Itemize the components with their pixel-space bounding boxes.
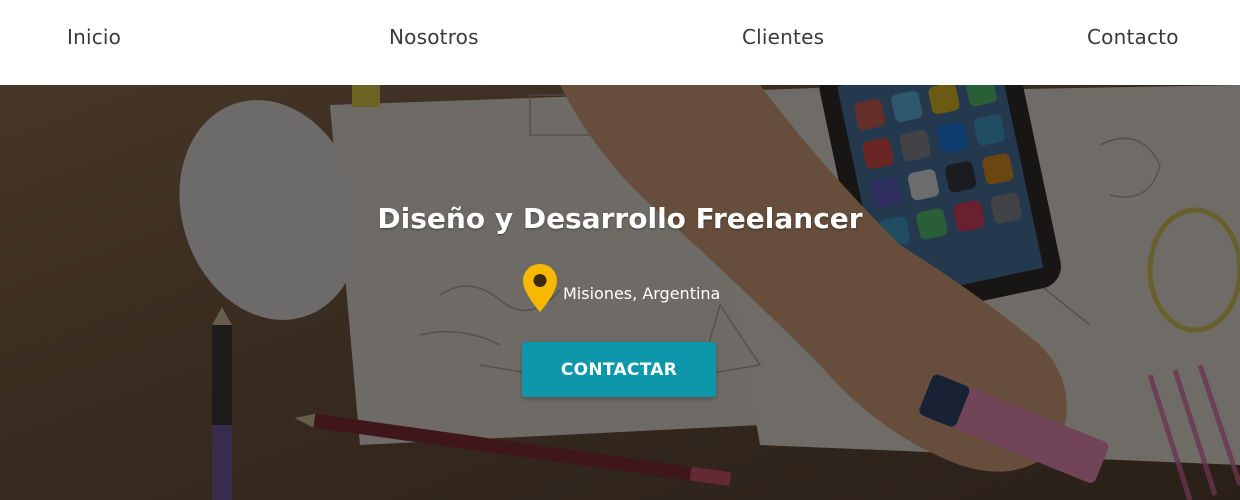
top-navigation: Inicio Nosotros Clientes Contacto [0,0,1240,85]
nav-link-contacto[interactable]: Contacto [1087,25,1179,49]
location-line: Misiones, Argentina [521,263,720,313]
nav-link-nosotros[interactable]: Nosotros [389,25,479,49]
hero-section: Diseño y Desarrollo Freelancer Misiones,… [0,85,1240,500]
location-text: Misiones, Argentina [563,284,721,303]
nav-link-inicio[interactable]: Inicio [67,25,121,49]
map-pin-icon [521,263,559,313]
nav-link-clientes[interactable]: Clientes [742,25,824,49]
hero-title: Diseño y Desarrollo Freelancer [377,202,863,235]
contactar-button[interactable]: CONTACTAR [522,342,716,397]
